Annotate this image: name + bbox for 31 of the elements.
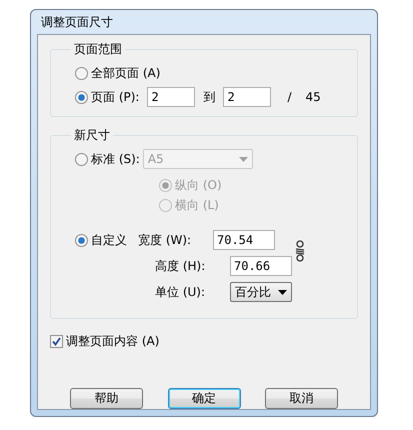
dialog-button[interactable]: 确定 — [168, 388, 240, 408]
checkbox[interactable] — [50, 334, 63, 348]
from-page-field[interactable]: 2 — [147, 87, 196, 107]
to-label: 到 — [203, 88, 216, 106]
radio-button[interactable] — [75, 66, 88, 80]
field-label: 单位 (U): — [155, 284, 206, 300]
page-total: 45 — [306, 90, 321, 104]
radio-label: 页面 (P): — [91, 88, 140, 106]
field-label: 宽度 (W): — [138, 232, 192, 248]
window-title: 调整页面尺寸 — [40, 14, 114, 31]
height-field[interactable]: 70.66 — [230, 256, 292, 276]
radio-button[interactable] — [75, 90, 88, 104]
checkbox-label: 调整页面内容 (A) — [66, 332, 160, 350]
radio-label: 纵向 (O) — [175, 176, 222, 194]
separator: / — [287, 90, 292, 104]
radio-label: 标准 (S): — [91, 150, 140, 168]
dialog-button[interactable]: 帮助 — [70, 388, 143, 408]
radio-button[interactable] — [75, 234, 88, 246]
dialog-button[interactable]: 取消 — [265, 388, 338, 408]
field-label: 高度 (H): — [155, 258, 206, 274]
radio-label: 横向 (L) — [175, 196, 219, 214]
chain-link-icon[interactable] — [294, 240, 306, 262]
radio-label: 全部页面 (A) — [91, 64, 160, 82]
width-field[interactable]: 70.54 — [213, 230, 275, 250]
radio-label: 自定义 — [91, 232, 128, 248]
unit-dropdown[interactable]: 百分比 — [230, 282, 292, 302]
caret-icon — [238, 156, 248, 162]
caret-icon — [278, 290, 287, 294]
group-title: 页面范围 — [73, 41, 123, 58]
to-page-field[interactable]: 2 — [223, 87, 272, 107]
group-title: 新尺寸 — [73, 127, 111, 144]
